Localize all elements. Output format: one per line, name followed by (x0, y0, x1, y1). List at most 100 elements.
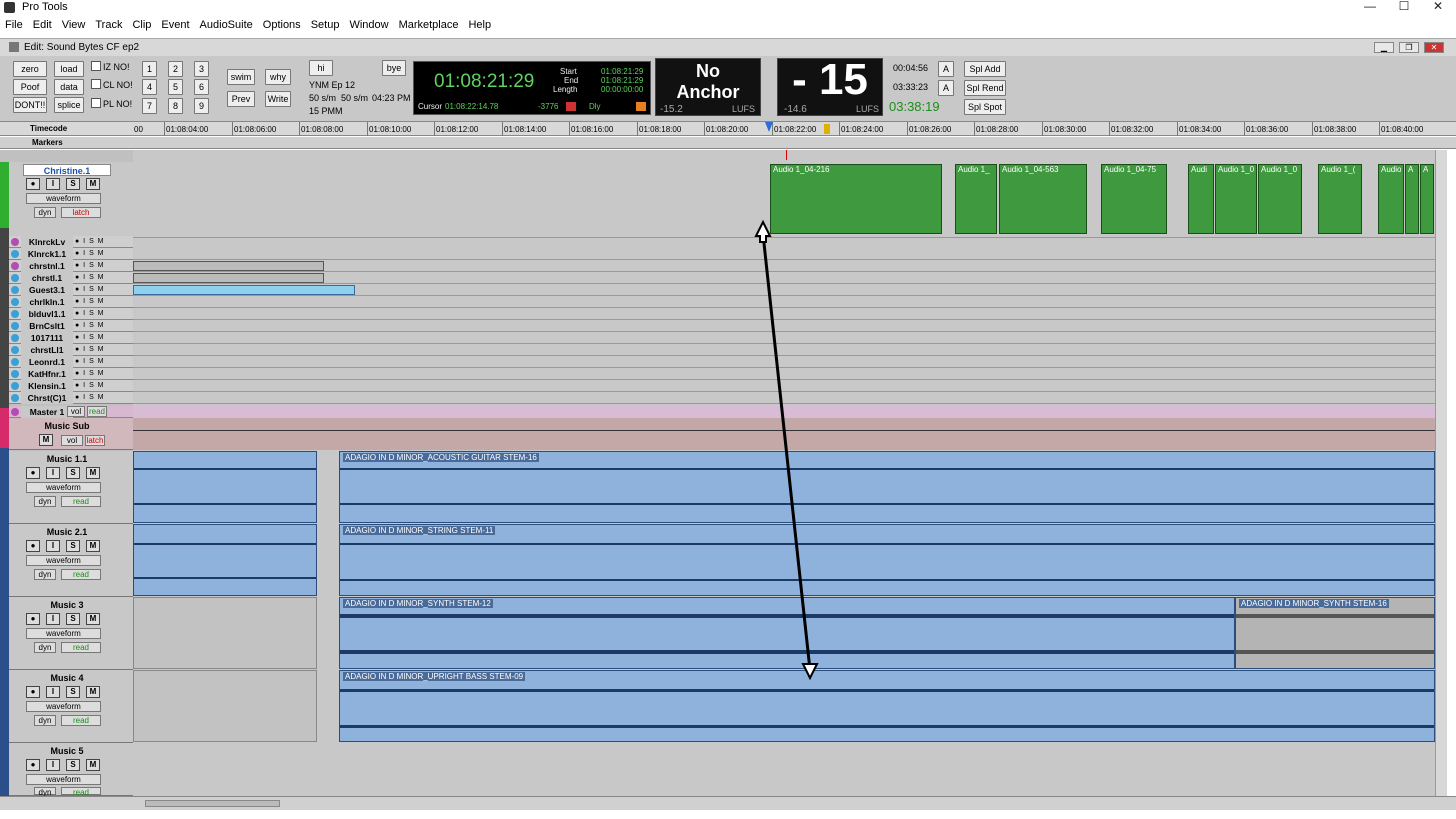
dont-button[interactable]: DONT!! (13, 97, 47, 113)
hi-button[interactable]: hi (309, 60, 333, 76)
track-header-small[interactable]: Chrst(C)1 ● I S M (9, 392, 133, 404)
track-name[interactable]: Music 3 (23, 599, 111, 611)
dyn-select[interactable]: dyn (34, 569, 56, 580)
track-header-small[interactable]: Klensin.1 ● I S M (9, 380, 133, 392)
mute-button[interactable]: M (39, 434, 53, 446)
record-enable-button[interactable]: ● (26, 686, 40, 698)
iz-checkbox[interactable]: IZ NO! (91, 61, 130, 73)
track-name[interactable]: Music 1.1 (23, 453, 111, 465)
master-mode-select[interactable]: read (87, 406, 107, 417)
track-header-music-5[interactable]: Music 5 ● I S M waveform dyn read (9, 743, 133, 797)
track-view-select[interactable]: waveform (26, 482, 101, 493)
mute-button[interactable]: M (86, 686, 100, 698)
data-button[interactable]: data (54, 79, 84, 95)
track-name[interactable]: Master 1 (21, 406, 73, 418)
track-header-small[interactable]: KatHfnr.1 ● I S M (9, 368, 133, 380)
track-controls[interactable]: ● I S M (75, 357, 105, 367)
track-controls[interactable]: ● I S M (75, 333, 105, 343)
track-name[interactable]: Leonrd.1 (21, 356, 73, 368)
menu-file[interactable]: File (0, 16, 28, 34)
mute-button[interactable]: M (86, 540, 100, 552)
track-controls[interactable]: ● I S M (75, 261, 105, 271)
splice-button[interactable]: splice (54, 97, 84, 113)
record-enable-button[interactable]: ● (26, 540, 40, 552)
menu-options[interactable]: Options (258, 16, 306, 34)
track-header-small[interactable]: chrlkln.1 ● I S M (9, 296, 133, 308)
track-controls[interactable]: ● I S M (75, 369, 105, 379)
pl-checkbox[interactable]: PL NO! (91, 98, 132, 110)
timecode-ruler[interactable]: Timecode 00 01:08:04:00 01:08:06:00 01:0… (0, 122, 1456, 136)
track-header-music-sub[interactable]: Music Sub M vol latch (9, 418, 133, 450)
num-2-button[interactable]: 2 (168, 61, 183, 77)
track-controls[interactable]: ● I S M (75, 285, 105, 295)
track-name[interactable]: Klnrck1.1 (21, 248, 73, 260)
edit-close-icon[interactable]: ✕ (1424, 42, 1444, 53)
record-enable-button[interactable]: ● (26, 759, 40, 771)
track-name[interactable]: chrstl.1 (21, 272, 73, 284)
record-enable-button[interactable]: ● (26, 178, 40, 190)
solo-button[interactable]: S (66, 178, 80, 190)
track-view-select[interactable]: waveform (26, 774, 101, 785)
num-7-button[interactable]: 7 (142, 98, 157, 114)
record-enable-button[interactable]: ● (26, 467, 40, 479)
track-controls[interactable]: ● I S M (75, 309, 105, 319)
track-header-small[interactable]: BrnCslt1 ● I S M (9, 320, 133, 332)
menu-edit[interactable]: Edit (28, 16, 57, 34)
solo-button[interactable]: S (66, 686, 80, 698)
solo-button[interactable]: S (66, 759, 80, 771)
menu-clip[interactable]: Clip (127, 16, 156, 34)
edit-canvas[interactable]: Audio 1_04-216 Audio 1_ Audio 1_04-563 A… (133, 150, 1435, 796)
track-name[interactable]: KlnrckLv (21, 236, 73, 248)
horizontal-scroll-thumb[interactable] (145, 800, 280, 807)
close-button[interactable]: ✕ (1418, 0, 1456, 14)
menu-event[interactable]: Event (156, 16, 194, 34)
track-header-small[interactable]: chrstl.1 ● I S M (9, 272, 133, 284)
track-name[interactable]: KatHfnr.1 (21, 368, 73, 380)
num-5-button[interactable]: 5 (168, 79, 183, 95)
solo-button[interactable]: S (66, 613, 80, 625)
vertical-scrollbar[interactable] (1435, 150, 1447, 796)
dyn-select[interactable]: dyn (34, 787, 56, 797)
input-monitor-button[interactable]: I (46, 613, 60, 625)
solo-button[interactable]: S (66, 540, 80, 552)
track-header-small[interactable]: Leonrd.1 ● I S M (9, 356, 133, 368)
mute-button[interactable]: M (86, 467, 100, 479)
track-name[interactable]: chrstLl1 (21, 344, 73, 356)
track-header-small[interactable]: Klnrck1.1 ● I S M (9, 248, 133, 260)
track-controls[interactable]: ● I S M (75, 345, 105, 355)
track-name[interactable]: Guest3.1 (21, 284, 73, 296)
track-view-select[interactable]: waveform (26, 701, 101, 712)
mute-button[interactable]: M (86, 613, 100, 625)
menu-marketplace[interactable]: Marketplace (394, 16, 464, 34)
vol-select[interactable]: vol (61, 435, 83, 446)
record-enable-button[interactable]: ● (26, 613, 40, 625)
track-name[interactable]: Music 4 (23, 672, 111, 684)
menu-help[interactable]: Help (463, 16, 496, 34)
automation-mode-select[interactable]: latch (61, 207, 101, 218)
num-6-button[interactable]: 6 (194, 79, 209, 95)
swim-button[interactable]: swim (227, 69, 255, 85)
spl-add-button[interactable]: Spl Add (964, 61, 1006, 77)
a-button-2[interactable]: A (938, 80, 954, 96)
cl-checkbox[interactable]: CL NO! (91, 79, 133, 91)
track-controls[interactable]: ● I S M (75, 273, 105, 283)
track-header-small[interactable]: blduvl1.1 ● I S M (9, 308, 133, 320)
track-header-music-3[interactable]: Music 3 ● I S M waveform dyn read (9, 597, 133, 670)
master-vol-select[interactable]: vol (67, 406, 85, 417)
track-controls[interactable]: ● I S M (75, 249, 105, 259)
track-header-music-4[interactable]: Music 4 ● I S M waveform dyn read (9, 670, 133, 743)
track-controls[interactable]: ● I S M (75, 297, 105, 307)
spl-rend-button[interactable]: Spl Rend (964, 80, 1006, 96)
automation-mode-select[interactable]: read (61, 787, 101, 797)
input-monitor-button[interactable]: I (46, 686, 60, 698)
track-header-small[interactable]: KlnrckLv ● I S M (9, 236, 133, 248)
markers-ruler[interactable]: Markers (0, 137, 1456, 149)
mute-button[interactable]: M (86, 178, 100, 190)
spl-spot-button[interactable]: Spl Spot (964, 99, 1006, 115)
num-4-button[interactable]: 4 (142, 79, 157, 95)
main-counter[interactable]: 01:08:21:29 Start 01:08:21:29 End 01:08:… (413, 61, 651, 115)
track-name[interactable]: Klensin.1 (21, 380, 73, 392)
dyn-select[interactable]: dyn (34, 496, 56, 507)
prev-button[interactable]: Prev (227, 91, 255, 107)
track-header-small[interactable]: 1017111 ● I S M (9, 332, 133, 344)
